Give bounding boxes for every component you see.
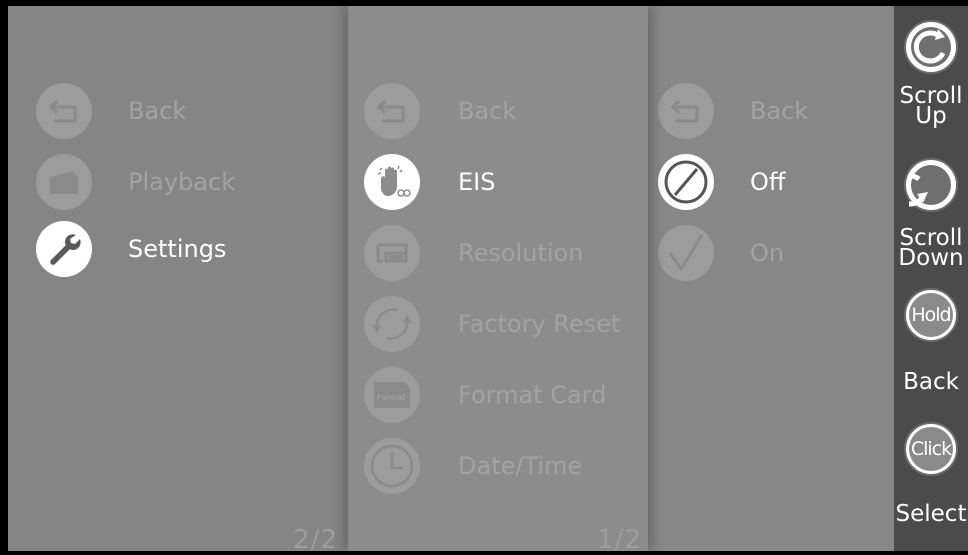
settings-label-format-card: Format Card: [458, 381, 607, 409]
checkmark-icon: [658, 225, 714, 281]
settings-item-back[interactable]: Back: [364, 83, 644, 139]
scroll-up-icon: [904, 20, 958, 74]
camera-menu-screen: Back Playback Settings 2/2 Back EIS Reso…: [0, 6, 968, 555]
settings-item-format-card[interactable]: Format Format Card: [364, 367, 644, 423]
select-control-label: Select: [895, 501, 967, 527]
sd-card-icon: Format: [364, 367, 420, 423]
shaky-hand-icon: [364, 154, 420, 210]
back-arrow-icon: [364, 83, 420, 139]
eis-options-panel: Back Off On: [648, 6, 894, 551]
hold-button-icon: Hold: [904, 288, 958, 342]
refresh-icon: [364, 296, 420, 352]
hold-button-text: Hold: [909, 293, 953, 337]
click-button-text: Click: [909, 427, 953, 471]
svg-text:Format: Format: [377, 393, 405, 402]
select-control[interactable]: Click Select: [894, 422, 968, 542]
main-menu-item-settings[interactable]: Settings: [36, 221, 336, 277]
scroll-down-label-line2: Down: [898, 245, 964, 271]
scroll-down-control[interactable]: Scroll Down: [894, 158, 968, 288]
settings-item-resolution[interactable]: Resolution: [364, 225, 644, 281]
main-menu-panel: Back Playback Settings 2/2: [8, 6, 348, 555]
eis-label-off: Off: [750, 168, 786, 196]
scroll-up-label-line2: Up: [915, 103, 947, 129]
settings-menu-panel: Back EIS Resolution Factory Reset Format…: [348, 6, 648, 555]
back-control-label: Back: [903, 369, 959, 395]
settings-item-factory-reset[interactable]: Factory Reset: [364, 296, 644, 352]
settings-item-date-time[interactable]: Date/Time: [364, 438, 644, 494]
resolution-icon: [364, 225, 420, 281]
main-menu-item-back[interactable]: Back: [36, 83, 336, 139]
main-menu-label-back: Back: [128, 97, 187, 125]
back-arrow-icon: [658, 83, 714, 139]
clock-icon: [364, 438, 420, 494]
settings-label-factory-reset: Factory Reset: [458, 310, 621, 338]
settings-label-resolution: Resolution: [458, 239, 584, 267]
eis-label-on: On: [750, 239, 785, 267]
click-button-icon: Click: [904, 422, 958, 476]
scroll-down-icon: [904, 158, 958, 212]
eis-item-off[interactable]: Off: [658, 154, 888, 210]
main-menu-item-playback[interactable]: Playback: [36, 154, 336, 210]
control-hint-bar: Scroll Up Scroll Down Hold Back Click Se…: [894, 6, 968, 551]
scroll-up-control[interactable]: Scroll Up: [894, 14, 968, 164]
main-menu-label-settings: Settings: [128, 235, 227, 263]
settings-label-back: Back: [458, 97, 517, 125]
wrench-icon: [36, 221, 92, 277]
eis-item-back[interactable]: Back: [658, 83, 888, 139]
main-menu-label-playback: Playback: [128, 168, 236, 196]
back-control[interactable]: Hold Back: [894, 288, 968, 398]
folder-icon: [36, 154, 92, 210]
disabled-icon: [658, 154, 714, 210]
settings-label-date-time: Date/Time: [458, 452, 583, 480]
back-arrow-icon: [36, 83, 92, 139]
settings-item-eis[interactable]: EIS: [364, 154, 644, 210]
eis-item-on[interactable]: On: [658, 225, 888, 281]
eis-label-back: Back: [750, 97, 809, 125]
settings-label-eis: EIS: [458, 168, 496, 196]
